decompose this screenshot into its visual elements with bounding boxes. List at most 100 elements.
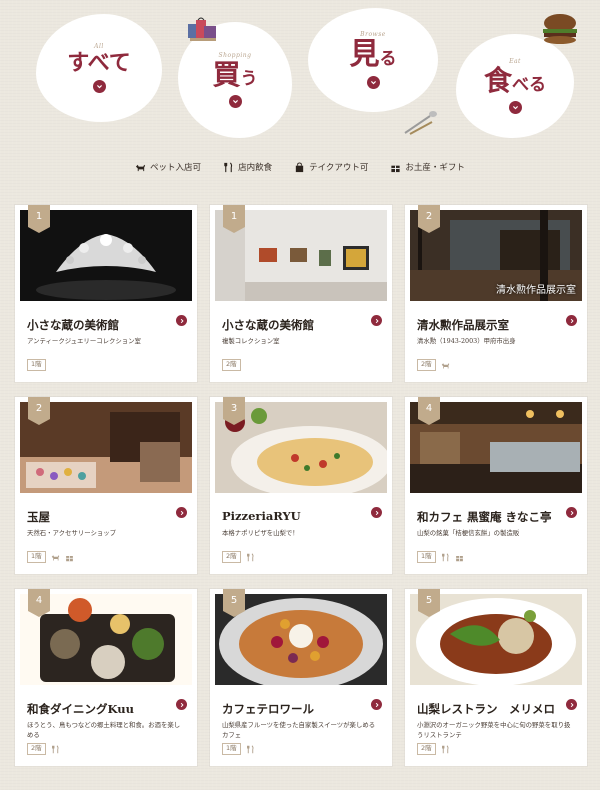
chevron-right-icon[interactable]: [371, 507, 382, 518]
amenity-legend: ペット入店可 店内飲食 テイクアウト可 お土産・ギフト: [0, 161, 600, 173]
chevron-right-icon[interactable]: [566, 699, 577, 710]
spoon-fork-icon: [404, 111, 437, 135]
shop-title: 和食ダイニングKuu: [27, 702, 134, 716]
category-sub-label: All: [94, 43, 104, 50]
area-number-badge: 5: [223, 589, 245, 617]
category-all-button[interactable]: All すべて: [36, 14, 162, 122]
category-eat-button[interactable]: Eat 食べる: [456, 34, 574, 138]
legend-item-dine-in: 店内飲食: [223, 161, 272, 173]
fork-knife-icon: [441, 553, 449, 561]
shop-meta: 1階: [27, 359, 46, 371]
shop-description: ほうとう、鳥もつなどの郷土料理と和食。お酒を楽しめる: [27, 721, 181, 740]
shop-card[interactable]: 5 カフェテロワール 山梨県産フルーツを使った自家製スイーツが楽しめるカフェ 1階: [210, 589, 392, 766]
chevron-right-icon[interactable]: [371, 699, 382, 710]
shop-card[interactable]: 4 和食ダイニングKuu ほうとう、鳥もつなどの郷土料理と和食。お酒を楽しめる 2階: [15, 589, 197, 766]
category-browse-button[interactable]: Browse 見る: [308, 8, 438, 112]
shop-description: 本格ナポリピザを山梨で！: [222, 529, 299, 537]
shop-description: 山梨県産フルーツを使った自家製スイーツが楽しめるカフェ: [222, 721, 376, 740]
area-number-badge: 2: [28, 397, 50, 425]
fork-knife-icon: [224, 162, 233, 172]
shop-meta: 1階: [417, 551, 464, 563]
chevron-right-icon[interactable]: [176, 699, 187, 710]
floor-tag: 1階: [222, 743, 241, 755]
shop-title: 小さな蔵の美術館: [27, 318, 119, 332]
dog-icon: [441, 362, 449, 369]
floor-tag: 1階: [27, 359, 46, 371]
fork-knife-icon: [51, 745, 59, 753]
shop-meta: 2階: [222, 359, 241, 371]
shop-description: 小淵沢のオーガニック野菜を中心に旬の野菜を取り扱うリストランテ: [417, 721, 571, 740]
floor-tag: 2階: [222, 359, 241, 371]
gift-icon: [455, 555, 463, 561]
shop-card[interactable]: 1 小さな蔵の美術館複製コレクション室 2階: [210, 205, 392, 382]
shop-card-grid: 1 小さな蔵の美術館アンティークジュエリーコレクション室 1階 1 小さな蔵の美術館複製…: [15, 205, 587, 766]
shop-card[interactable]: 3 PizzeriaRYU 本格ナポリピザを山梨で！ 2階: [210, 397, 392, 574]
shop-meta: 2階: [417, 743, 450, 755]
chevron-right-icon[interactable]: [176, 315, 187, 326]
legend-label: ペット入店可: [150, 163, 202, 173]
area-number-badge: 1: [28, 205, 50, 233]
area-number-badge: 2: [418, 205, 440, 233]
shop-card[interactable]: 2 玉屋天然石・アクセサリーショップ 1階: [15, 397, 197, 574]
burger-icon: [543, 14, 577, 44]
fork-knife-icon: [246, 745, 254, 753]
shop-description: アンティークジュエリーコレクション室: [27, 337, 141, 345]
chevron-down-icon: [92, 80, 106, 93]
floor-tag: 2階: [27, 743, 46, 755]
chevron-down-icon: [508, 101, 522, 114]
shop-description: 複製コレクション室: [222, 337, 280, 345]
legend-item-takeout: テイクアウト可: [294, 161, 368, 173]
legend-item-pet: ペット入店可: [135, 161, 201, 173]
shop-title: 和カフェ 黒蜜庵 きなこ亭: [417, 510, 552, 524]
area-number-badge: 1: [223, 205, 245, 233]
chevron-down-icon: [228, 95, 242, 108]
shop-card[interactable]: 4 和カフェ 黒蜜庵 きなこ亭 山梨の銘菓「桔梗信玄餅」の製造販 1階: [405, 397, 587, 574]
legend-label: お土産・ギフト: [405, 163, 465, 173]
shop-description: 天然石・アクセサリーショップ: [27, 529, 117, 537]
dog-icon: [135, 164, 146, 171]
shop-description: 清水勲（1943-2003）甲府市出身: [417, 337, 516, 345]
floor-tag: 2階: [417, 743, 436, 755]
category-label: 見る: [349, 37, 397, 72]
shop-description: 山梨の銘菓「桔梗信玄餅」の製造販: [417, 529, 520, 537]
fork-knife-icon: [246, 553, 254, 561]
shop-meta: 2階: [222, 551, 255, 563]
gift-icon: [391, 165, 401, 172]
area-number-badge: 4: [28, 589, 50, 617]
shop-meta: 1階: [27, 551, 74, 563]
floor-tag: 1階: [27, 551, 46, 563]
shop-title: 小さな蔵の美術館: [222, 318, 314, 332]
shop-card[interactable]: 5 山梨レストラン メリメロ小淵沢のオーガニック野菜を中心に旬の野菜を取り扱うリス…: [405, 589, 587, 766]
chevron-right-icon[interactable]: [176, 507, 187, 518]
legend-item-gift: お土産・ギフト: [390, 161, 465, 173]
area-number-badge: 5: [418, 589, 440, 617]
chevron-down-icon: [366, 76, 380, 89]
category-label: 食べる: [483, 64, 546, 97]
floor-tag: 2階: [222, 551, 241, 563]
shop-card[interactable]: 1 小さな蔵の美術館アンティークジュエリーコレクション室 1階: [15, 205, 197, 382]
chevron-right-icon[interactable]: [566, 315, 577, 326]
chevron-right-icon[interactable]: [371, 315, 382, 326]
shop-meta: 1階: [222, 743, 255, 755]
area-number-badge: 3: [223, 397, 245, 425]
legend-label: 店内飲食: [238, 163, 273, 173]
category-label: すべて: [67, 50, 131, 76]
gift-icon: [65, 555, 73, 561]
dog-icon: [51, 554, 59, 561]
shop-card[interactable]: 2 清水勲作品展示室 清水勲作品展示室 清水勲（1943-2003）甲府市出身 2階: [405, 205, 587, 382]
shop-title: 玉屋: [27, 510, 50, 524]
takeout-bag-icon: [295, 161, 304, 172]
legend-label: テイクアウト可: [309, 163, 369, 173]
shop-meta: 2階: [417, 359, 450, 371]
category-label: 買う: [212, 58, 258, 91]
photo-caption: 清水勲作品展示室: [496, 285, 576, 296]
shop-title: PizzeriaRYU: [222, 509, 301, 523]
shop-meta: 2階: [27, 743, 60, 755]
shop-title: 山梨レストラン メリメロ: [417, 702, 555, 716]
shopping-bags-icon: [188, 17, 216, 41]
chevron-right-icon[interactable]: [566, 507, 577, 518]
floor-tag: 1階: [417, 551, 436, 563]
shop-title: 清水勲作品展示室: [417, 318, 509, 332]
fork-knife-icon: [441, 745, 449, 753]
floor-tag: 2階: [417, 359, 436, 371]
